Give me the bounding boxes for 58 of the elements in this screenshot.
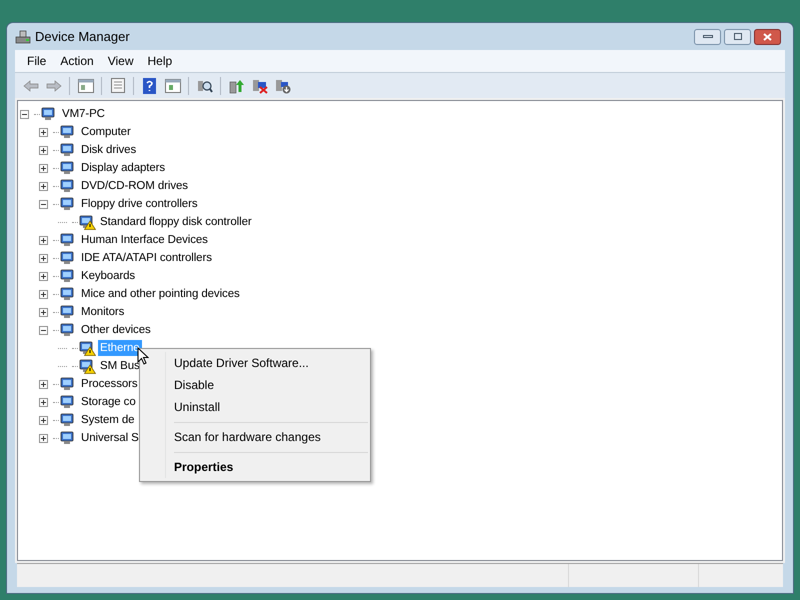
expand-icon[interactable] (39, 182, 48, 190)
collapse-icon[interactable] (39, 200, 48, 208)
collapse-icon[interactable] (39, 326, 48, 334)
document-icon (110, 78, 124, 93)
device-cross-icon (252, 78, 268, 94)
tree-item[interactable]: Monitors (79, 304, 126, 320)
expand-icon[interactable] (39, 254, 48, 262)
tree-item[interactable]: IDE ATA/ATAPI controllers (79, 250, 214, 266)
device-down-arrow-icon (274, 78, 290, 94)
tree-item[interactable]: Mice and other pointing devices (79, 286, 242, 302)
tree-item[interactable]: Storage co (79, 394, 138, 410)
expand-icon[interactable] (39, 146, 48, 154)
back-arrow-icon (22, 80, 38, 92)
menu-item[interactable]: File (21, 52, 52, 70)
menu-option[interactable]: Scan for hardware changes (174, 426, 368, 448)
window-title: Device Manager (35, 28, 130, 46)
tree-item[interactable]: Other devices (79, 322, 153, 338)
menu-option[interactable]: Update Driver Software... (174, 352, 368, 374)
expand-icon[interactable] (39, 380, 48, 388)
expand-icon[interactable] (39, 164, 48, 172)
expand-icon[interactable] (39, 290, 48, 298)
menu-option[interactable]: Uninstall (174, 396, 368, 418)
menu-item[interactable]: View (102, 52, 140, 70)
expand-icon[interactable] (39, 128, 48, 136)
expand-icon[interactable] (39, 308, 48, 316)
tree-item[interactable]: Standard floppy disk controller (98, 214, 254, 230)
tree-item[interactable]: SM Bus (98, 358, 142, 374)
menu-option[interactable]: Properties (174, 456, 368, 478)
tree-item[interactable]: Universal S (79, 430, 141, 446)
close-button[interactable] (754, 28, 781, 44)
window-panes-icon (164, 78, 180, 92)
upload-device-icon (228, 78, 244, 94)
expand-icon[interactable] (39, 398, 48, 406)
tree-item[interactable]: Computer (79, 124, 133, 140)
device-manager-icon (15, 28, 31, 44)
tree-item[interactable]: DVD/CD-ROM drives (79, 178, 190, 194)
collapse-icon[interactable] (20, 110, 29, 118)
tree-item[interactable]: Disk drives (79, 142, 138, 158)
forward-arrow-icon (46, 80, 62, 92)
maximize-button[interactable] (724, 28, 751, 44)
menu-item[interactable]: Help (142, 52, 178, 70)
tree-item[interactable]: VM7-PC (60, 106, 107, 122)
tree-item[interactable]: System de (79, 412, 136, 428)
tree-item[interactable]: Floppy drive controllers (79, 196, 200, 212)
expand-icon[interactable] (39, 272, 48, 280)
expand-icon[interactable] (39, 434, 48, 442)
tree-item[interactable]: Display adapters (79, 160, 168, 176)
help-icon (143, 78, 156, 94)
close-icon (763, 32, 772, 40)
minimize-button[interactable] (694, 28, 721, 44)
tree-item[interactable]: Processors (79, 376, 140, 392)
expand-icon[interactable] (39, 416, 48, 424)
tree-item[interactable]: Human Interface Devices (79, 232, 210, 248)
menu-item[interactable]: Action (54, 52, 100, 70)
window-panes-icon (78, 78, 94, 92)
expand-icon[interactable] (39, 236, 48, 244)
menu-option[interactable]: Disable (174, 374, 368, 396)
tree-item[interactable]: Keyboards (79, 268, 138, 284)
